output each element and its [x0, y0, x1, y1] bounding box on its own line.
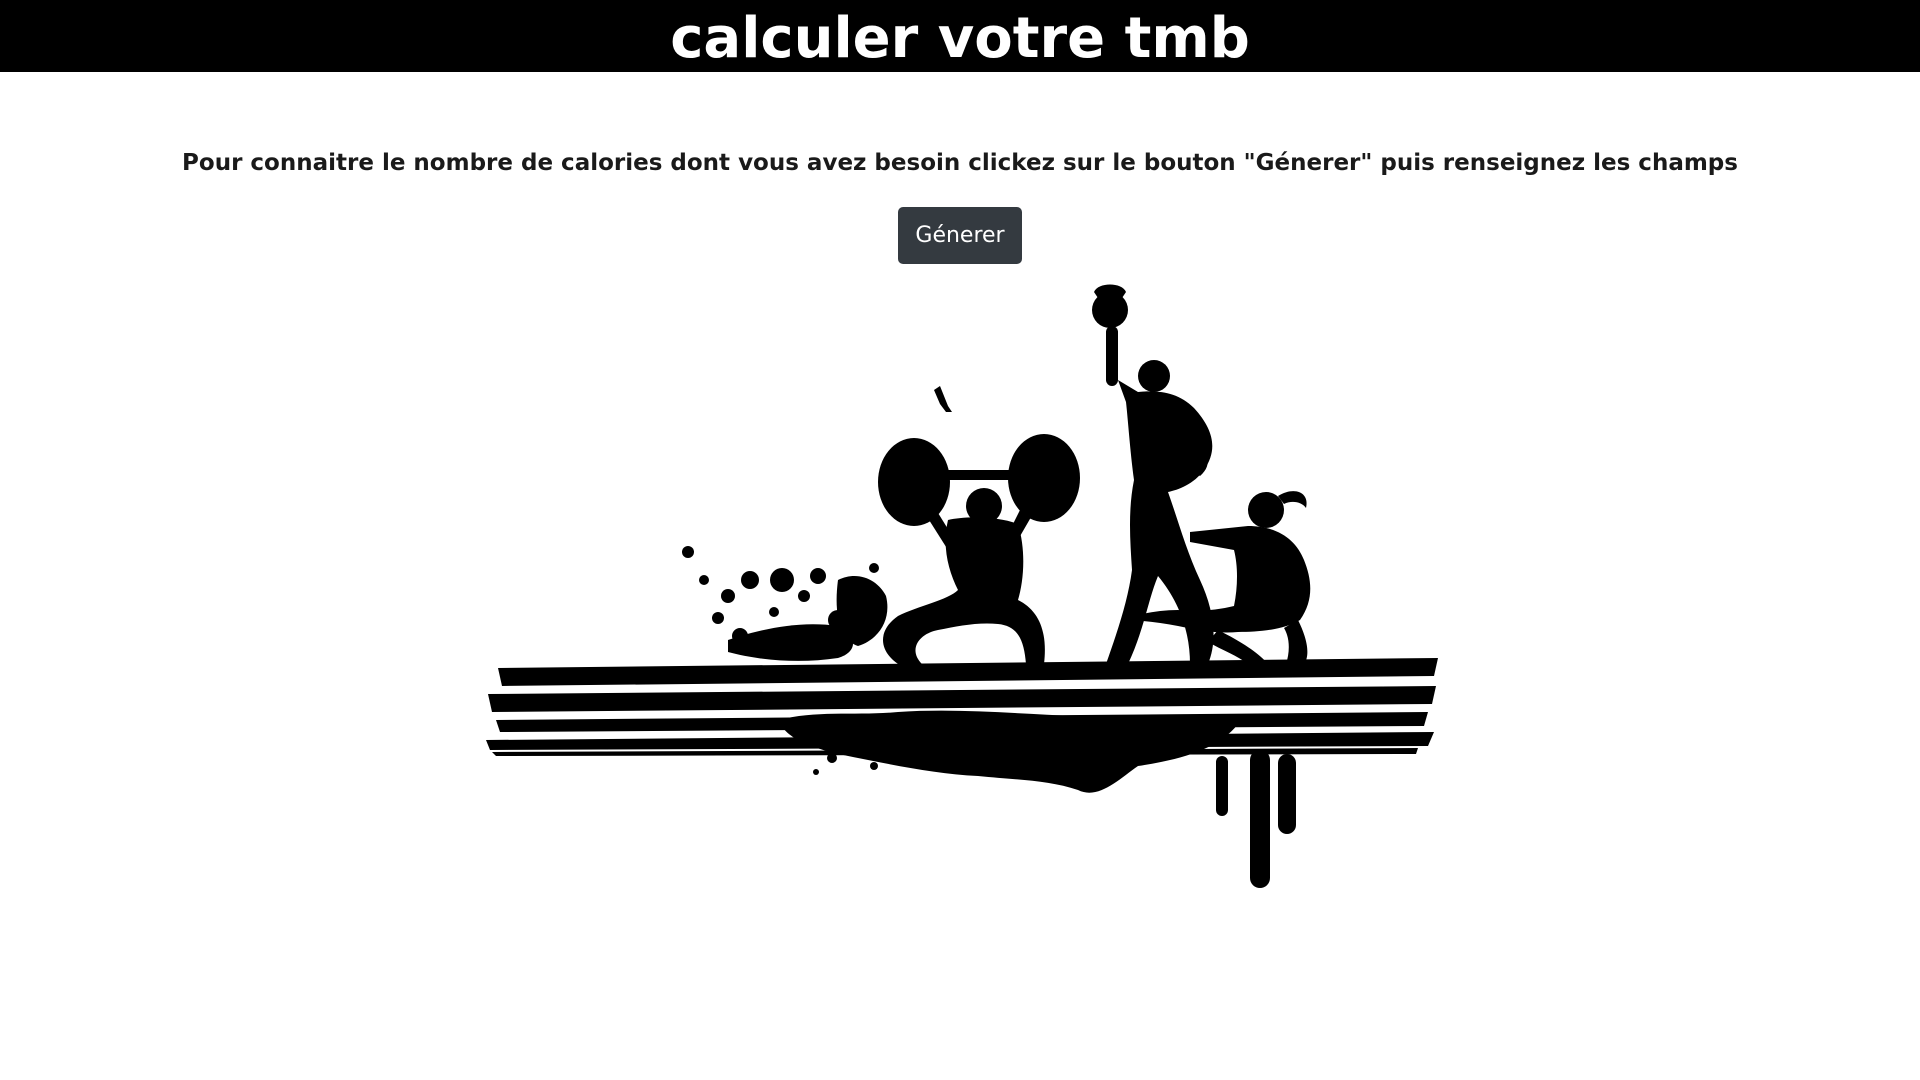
intro-text: Pour connaitre le nombre de calories don… [182, 150, 1738, 176]
generate-button[interactable]: Génerer [898, 207, 1022, 264]
page-header: calculer votre tmb [0, 0, 1920, 72]
fitness-illustration [486, 284, 1438, 888]
page-title: calculer votre tmb [670, 6, 1250, 71]
